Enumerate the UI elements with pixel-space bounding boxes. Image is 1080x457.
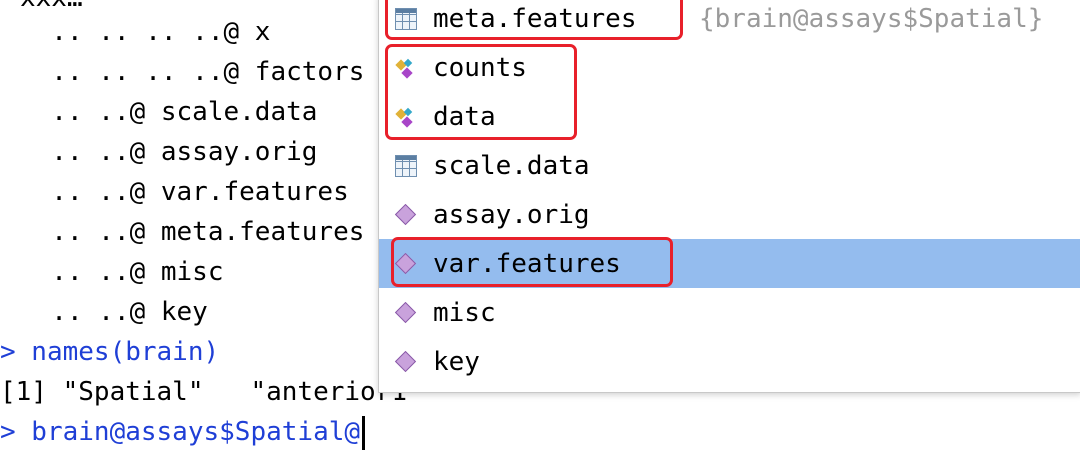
completion-item-meta-features[interactable]: meta.features {brain@assays$Spatial} [379, 0, 1080, 43]
completion-label: scale.data [433, 150, 590, 181]
completion-item-var-features[interactable]: var.features [379, 239, 1080, 288]
completion-item-scale-data[interactable]: scale.data [379, 141, 1080, 190]
completion-label: assay.orig [433, 199, 590, 230]
completion-label: meta.features [433, 3, 637, 34]
completion-item-assay-orig[interactable]: assay.orig [379, 190, 1080, 239]
diamond-icon [395, 204, 417, 226]
console-line: .. ..@ var.features [20, 177, 349, 207]
completion-label: misc [433, 297, 496, 328]
console-line: .. ..@ scale.data [20, 97, 318, 127]
multi-diamond-icon [395, 106, 417, 128]
console-input-text: > brain@assays$Spatial@ [0, 417, 361, 447]
table-icon [395, 7, 417, 30]
console-command: > names(brain) [0, 337, 220, 367]
completion-item-misc[interactable]: misc [379, 288, 1080, 337]
table-icon [395, 154, 417, 177]
completion-hint: {brain@assays$Spatial} [699, 3, 1044, 34]
console-line: .. ..@ assay.orig [20, 137, 318, 167]
console-line: .. .. .. ..@ factors [20, 57, 365, 87]
completion-item-key[interactable]: key [379, 337, 1080, 386]
completion-item-data[interactable]: data [379, 92, 1080, 141]
console-line: .. ..@ meta.features [20, 217, 365, 247]
diamond-icon [395, 302, 417, 324]
console-output: [1] "Spatial" "anterior1" [0, 377, 423, 407]
console-line: .. ..@ key [20, 297, 208, 327]
completion-label: data [433, 101, 496, 132]
console-input-line[interactable]: > brain@assays$Spatial@ [0, 412, 366, 452]
diamond-icon [395, 253, 417, 275]
diamond-icon [395, 351, 417, 373]
multi-diamond-icon [395, 57, 417, 79]
console-line: .. ..@ misc [20, 257, 224, 287]
completion-item-counts[interactable]: counts [379, 43, 1080, 92]
completion-label: counts [433, 52, 527, 83]
console-line: .. .. .. ..@ x [20, 17, 271, 47]
autocomplete-popup[interactable]: meta.features {brain@assays$Spatial} cou… [378, 0, 1080, 393]
completion-label: var.features [433, 248, 621, 279]
completion-label: key [433, 346, 480, 377]
text-cursor [362, 415, 366, 450]
